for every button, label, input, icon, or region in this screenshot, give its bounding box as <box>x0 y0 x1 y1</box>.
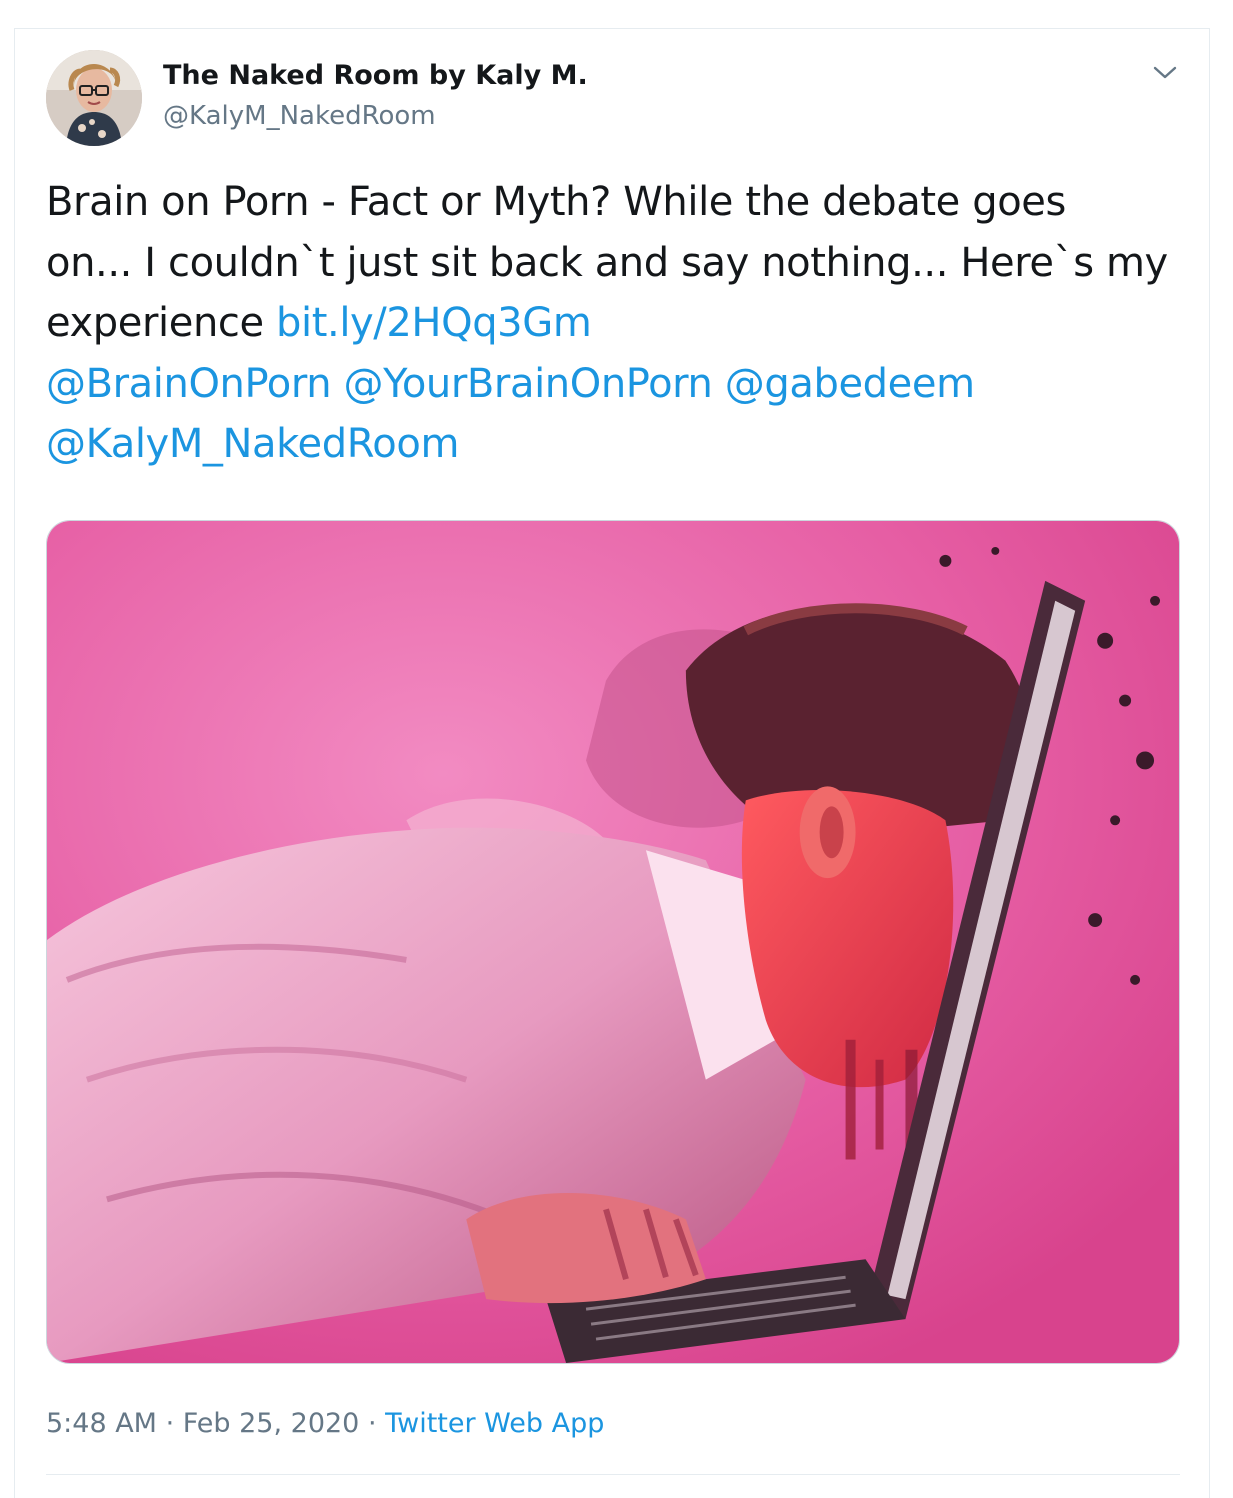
user-handle[interactable]: @KalyM_NakedRoom <box>163 101 436 131</box>
tweet-media-image[interactable] <box>46 520 1180 1364</box>
meta-separator: · <box>156 1408 183 1439</box>
mention-link[interactable]: @BrainOnPorn <box>46 361 332 407</box>
mention-link[interactable]: @KalyM_NakedRoom <box>46 421 459 467</box>
chevron-down-icon[interactable] <box>1150 60 1180 86</box>
divider <box>46 1474 1180 1475</box>
short-link[interactable]: bit.ly/2HQq3Gm <box>276 300 592 346</box>
mention-link[interactable]: @YourBrainOnPorn <box>344 361 713 407</box>
tweet-text-line: experience bit.ly/2HQq3Gm <box>46 293 1186 354</box>
mentions-line: @BrainOnPorn @YourBrainOnPorn @gabedeem <box>46 354 1186 415</box>
tweet-source-link[interactable]: Twitter Web App <box>385 1408 604 1439</box>
display-name[interactable]: The Naked Room by Kaly M. <box>163 60 588 91</box>
tweet-text-line: on... I couldn`t just sit back and say n… <box>46 239 1168 286</box>
tweet-text-fragment: experience <box>46 300 277 346</box>
tweet-text-line: Brain on Porn - Fact or Myth? While the … <box>46 179 1066 225</box>
tweet-time[interactable]: 5:48 AM <box>46 1408 157 1439</box>
tweet-text: Brain on Porn - Fact or Myth? While the … <box>46 172 1186 475</box>
tweet-meta: 5:48 AM · Feb 25, 2020 · Twitter Web App <box>46 1408 604 1439</box>
avatar[interactable] <box>46 50 142 146</box>
meta-separator: · <box>359 1408 386 1439</box>
mention-link[interactable]: @gabedeem <box>725 361 975 407</box>
tweet-date[interactable]: Feb 25, 2020 <box>183 1408 360 1439</box>
mentions-line: @KalyM_NakedRoom <box>46 414 1186 475</box>
